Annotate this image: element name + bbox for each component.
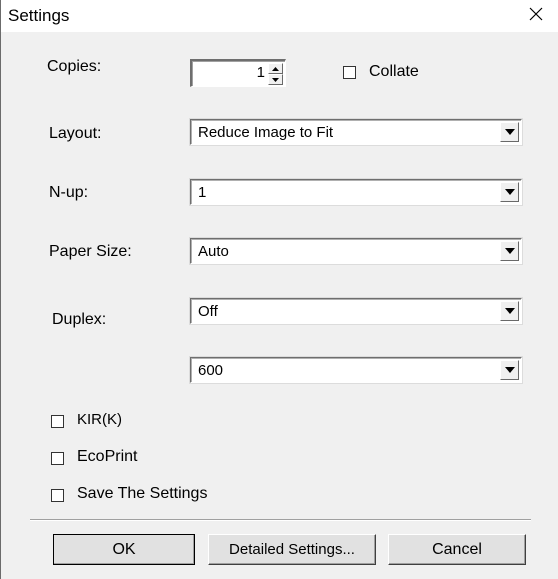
spinner-up-button[interactable] (268, 63, 283, 74)
kir-checkbox[interactable] (51, 415, 64, 428)
duplex-value: Off (198, 303, 218, 320)
settings-dialog: Settings Copies: 1 Collate Layout: Reduc… (0, 0, 558, 579)
copies-value[interactable]: 1 (257, 64, 265, 81)
ok-button[interactable]: OK (53, 534, 195, 565)
spinner-down-icon (272, 77, 279, 82)
copies-spinner[interactable]: 1 (190, 59, 286, 87)
spinner-buttons (268, 63, 283, 85)
duplex-select[interactable]: Off (189, 297, 523, 325)
nup-dropdown-button[interactable] (500, 182, 519, 202)
duplex-label: Duplex: (52, 311, 107, 328)
chevron-down-icon (504, 248, 515, 254)
ecoprint-checkbox[interactable] (51, 452, 64, 465)
chevron-down-icon (504, 129, 515, 135)
detailed-settings-label: Detailed Settings... (229, 541, 355, 558)
detailed-settings-button[interactable]: Detailed Settings... (208, 534, 376, 565)
nup-label: N-up: (49, 184, 89, 201)
layout-label: Layout: (49, 125, 102, 142)
spinner-up-icon (272, 66, 279, 71)
kir-label[interactable]: KIR(K) (77, 411, 122, 428)
copies-label: Copies: (47, 58, 102, 75)
cancel-label: Cancel (432, 540, 482, 558)
divider (30, 519, 531, 521)
chevron-down-icon (504, 189, 515, 195)
layout-value: Reduce Image to Fit (198, 124, 334, 141)
close-button[interactable] (514, 0, 558, 32)
resolution-dropdown-button[interactable] (500, 360, 519, 380)
resolution-select[interactable]: 600 (189, 356, 523, 384)
cancel-button[interactable]: Cancel (388, 534, 526, 565)
close-icon (529, 7, 543, 26)
title-bar: Settings (1, 0, 558, 32)
ecoprint-label[interactable]: EcoPrint (77, 448, 137, 466)
ok-label: OK (112, 540, 136, 558)
save-settings-label[interactable]: Save The Settings (77, 485, 207, 503)
duplex-dropdown-button[interactable] (500, 301, 519, 321)
save-settings-checkbox[interactable] (51, 489, 64, 502)
layout-dropdown-button[interactable] (500, 122, 519, 142)
nup-value: 1 (198, 184, 207, 201)
collate-label[interactable]: Collate (369, 63, 419, 81)
paper-size-dropdown-button[interactable] (500, 241, 519, 261)
resolution-value: 600 (198, 362, 224, 379)
chevron-down-icon (504, 367, 515, 373)
paper-size-value: Auto (198, 243, 229, 260)
chevron-down-icon (504, 308, 515, 314)
nup-select[interactable]: 1 (189, 178, 523, 206)
paper-size-label: Paper Size: (49, 243, 132, 260)
paper-size-select[interactable]: Auto (189, 237, 523, 265)
window-title: Settings (8, 6, 70, 25)
collate-checkbox[interactable] (343, 66, 356, 79)
spinner-down-button[interactable] (268, 74, 283, 85)
layout-select[interactable]: Reduce Image to Fit (189, 118, 523, 146)
